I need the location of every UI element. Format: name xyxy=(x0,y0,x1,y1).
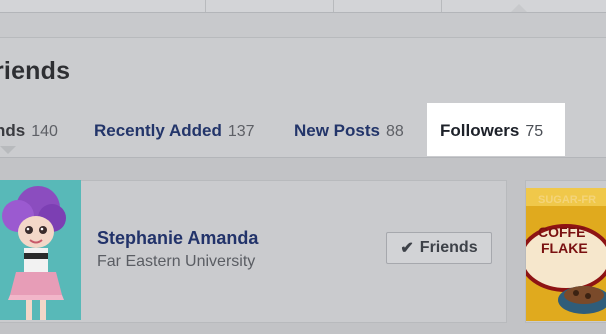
top-strip-divider xyxy=(205,0,206,12)
section-title: riends xyxy=(0,57,71,85)
top-strip-divider xyxy=(333,0,334,12)
tab-label: Followers xyxy=(440,121,520,140)
tab-new-posts[interactable]: New Posts 88 xyxy=(294,121,404,141)
tab-label: nds xyxy=(0,121,26,140)
triangle-icon xyxy=(0,146,16,154)
avatar-image xyxy=(0,180,81,320)
tab-count: 137 xyxy=(227,123,255,140)
tab-count: 75 xyxy=(525,123,544,140)
thumbnail-text-top: SUGAR-FR xyxy=(538,194,597,206)
tab-followers[interactable]: Followers 75 xyxy=(440,121,543,141)
tab-recently-added[interactable]: Recently Added 137 xyxy=(94,121,255,141)
top-strip xyxy=(0,0,606,13)
top-strip-divider xyxy=(441,0,442,12)
friend-name[interactable]: Stephanie Amanda xyxy=(97,228,258,249)
tab-label: New Posts xyxy=(294,121,380,140)
tab-count: 88 xyxy=(385,123,404,140)
tab-label: Recently Added xyxy=(94,121,222,140)
friends-button-label: Friends xyxy=(419,239,478,256)
friend-education: Far Eastern University xyxy=(97,253,256,270)
tab-count: 140 xyxy=(31,123,58,140)
tab-all-friends[interactable]: nds 140 xyxy=(0,121,58,141)
avatar[interactable] xyxy=(0,180,81,320)
thumbnail-text: SUGAR-FR COFFE FLAKE xyxy=(526,188,606,256)
friends-button[interactable]: ✔ Friends xyxy=(386,232,492,264)
thumbnail-text-line1: COFFE xyxy=(538,224,586,240)
check-icon: ✔ xyxy=(400,240,414,257)
thumbnail-text-line2: FLAKE xyxy=(541,240,588,256)
friend-thumbnail[interactable]: SUGAR-FR COFFE FLAKE xyxy=(526,188,606,321)
notch-icon xyxy=(511,4,527,12)
